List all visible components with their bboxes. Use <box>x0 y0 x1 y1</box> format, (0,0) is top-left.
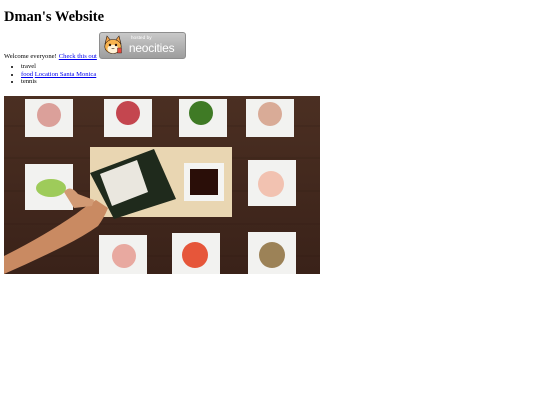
welcome-row: Welcome everyone! Check this out hosted … <box>4 32 186 60</box>
list-item-tennis: tennis <box>21 78 37 86</box>
page-title: Dman's Website <box>4 9 105 25</box>
location-link[interactable]: Location Santa Monica <box>35 71 97 78</box>
welcome-text: Welcome everyone! <box>4 53 57 60</box>
list-item-travel: travel <box>21 63 37 70</box>
badge-brand-text: neocities <box>128 41 175 55</box>
food-link[interactable]: food <box>21 71 33 78</box>
topic-list: travel food Location Santa Monica tennis <box>4 63 96 86</box>
neocities-badge[interactable]: hosted by neocities <box>98 32 186 59</box>
check-this-out-link[interactable]: Check this out <box>59 53 97 60</box>
list-item: travel <box>21 63 96 71</box>
list-item: food Location Santa Monica <box>21 71 96 79</box>
neocities-cat-icon <box>104 35 122 54</box>
sushi-hand-roll-photo <box>4 96 320 274</box>
list-item: tennis <box>21 78 96 86</box>
